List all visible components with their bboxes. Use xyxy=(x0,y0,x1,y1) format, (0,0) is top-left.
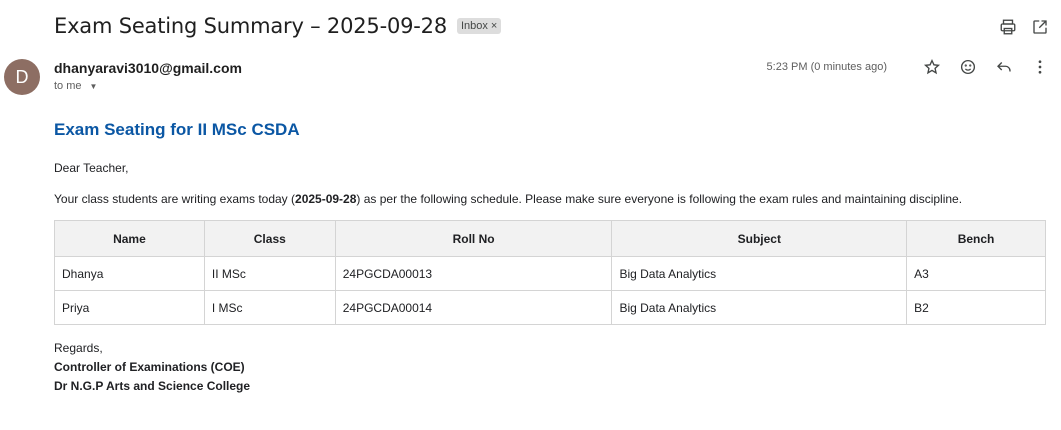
email-body: Exam Seating for II MSc CSDA Dear Teache… xyxy=(54,120,1047,396)
intro-paragraph: Your class students are writing exams to… xyxy=(54,192,1047,206)
star-icon[interactable] xyxy=(923,58,941,76)
cell-class: I MSc xyxy=(203,290,336,325)
emoji-react-icon[interactable] xyxy=(959,58,977,76)
cell-name: Dhanya xyxy=(54,256,205,291)
sender-email[interactable]: dhanyaravi3010@gmail.com xyxy=(54,60,242,76)
email-view: Exam Seating Summary – 2025-09-28 Inbox … xyxy=(0,0,1061,430)
message-timestamp: 5:23 PM (0 minutes ago) xyxy=(766,61,887,73)
cell-subject: Big Data Analytics xyxy=(611,290,908,325)
cell-bench: B2 xyxy=(906,290,1046,325)
inbox-label-chip[interactable]: Inbox × xyxy=(456,18,502,34)
table-row: Priya I MSc 24PGCDA00014 Big Data Analyt… xyxy=(54,290,1046,325)
seating-table: Name Class Roll No Subject Bench Dhanya … xyxy=(54,220,1046,325)
more-options-icon[interactable] xyxy=(1031,58,1049,76)
reply-icon[interactable] xyxy=(995,58,1013,76)
top-actions xyxy=(999,18,1049,36)
signature-title: Controller of Examinations (COE) xyxy=(54,360,245,374)
open-in-new-window-icon[interactable] xyxy=(1031,18,1049,36)
column-header-roll-no: Roll No xyxy=(334,220,613,257)
recipients-toggle[interactable]: to me ▼ xyxy=(54,80,97,92)
print-icon[interactable] xyxy=(999,18,1017,36)
chevron-down-icon: ▼ xyxy=(89,81,98,91)
subject-row: Exam Seating Summary – 2025-09-28 Inbox … xyxy=(54,14,502,38)
email-heading: Exam Seating for II MSc CSDA xyxy=(54,120,300,139)
cell-roll-no: 24PGCDA00014 xyxy=(334,290,613,325)
recipients-label: to me xyxy=(54,80,82,92)
cell-roll-no: 24PGCDA00013 xyxy=(334,256,613,291)
email-subject: Exam Seating Summary – 2025-09-28 xyxy=(54,14,447,38)
signature-block: Regards, Controller of Examinations (COE… xyxy=(54,339,1047,396)
cell-bench: A3 xyxy=(906,256,1046,291)
regards-line: Regards, xyxy=(54,341,103,355)
column-header-bench: Bench xyxy=(906,220,1046,257)
cell-class: II MSc xyxy=(203,256,336,291)
label-text: Inbox xyxy=(460,20,488,32)
cell-name: Priya xyxy=(54,290,205,325)
greeting: Dear Teacher, xyxy=(54,161,129,175)
intro-text-start: Your class students are writing exams to… xyxy=(54,192,296,206)
intro-date: 2025-09-28 xyxy=(295,192,357,206)
cell-subject: Big Data Analytics xyxy=(611,256,908,291)
table-row: Dhanya II MSc 24PGCDA00013 Big Data Anal… xyxy=(54,256,1046,291)
remove-label-icon[interactable]: × xyxy=(491,20,497,32)
message-actions: 5:23 PM (0 minutes ago) xyxy=(767,58,1049,76)
table-header-row: Name Class Roll No Subject Bench xyxy=(54,220,1046,257)
column-header-class: Class xyxy=(203,220,336,257)
signature-institution: Dr N.G.P Arts and Science College xyxy=(54,379,251,393)
sender-avatar[interactable]: D xyxy=(4,59,40,95)
column-header-name: Name xyxy=(54,220,205,257)
column-header-subject: Subject xyxy=(611,220,908,257)
intro-text-end: ) as per the following schedule. Please … xyxy=(356,192,963,206)
